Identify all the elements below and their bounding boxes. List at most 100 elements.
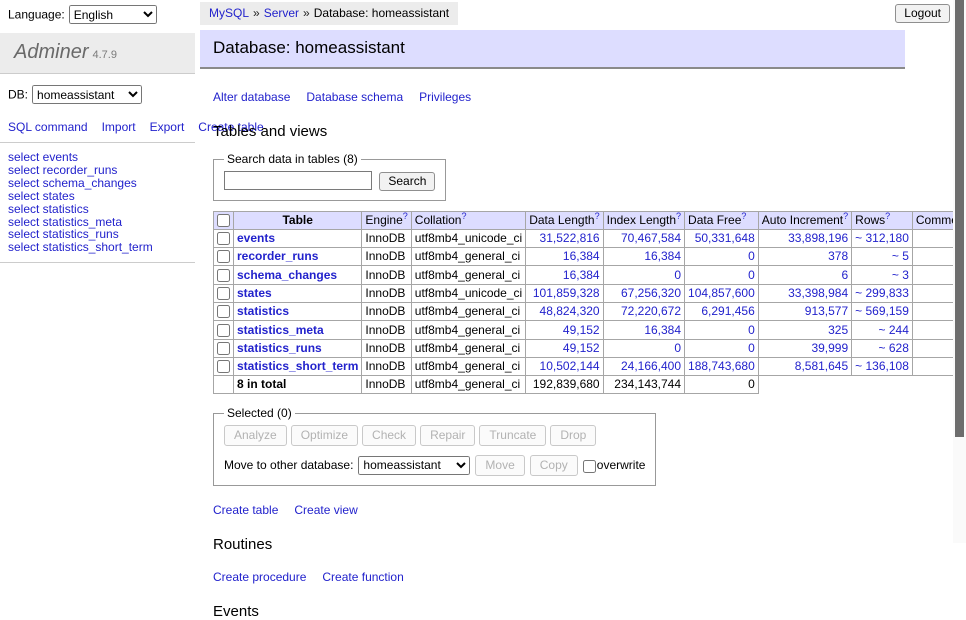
data-free-value[interactable]: 50,331,648 <box>685 229 759 247</box>
data-length-value[interactable]: 48,824,320 <box>526 303 603 321</box>
data-free-value[interactable]: 6,291,456 <box>685 303 759 321</box>
data-free-value[interactable]: 0 <box>685 248 759 266</box>
index-length-value[interactable]: 16,384 <box>603 248 684 266</box>
drop-button[interactable]: Drop <box>550 425 596 446</box>
truncate-button[interactable]: Truncate <box>479 425 546 446</box>
row-checkbox[interactable] <box>217 360 230 373</box>
data-length-value[interactable]: 16,384 <box>526 248 603 266</box>
help-icon[interactable]: ? <box>741 211 746 221</box>
table-link-states[interactable]: states <box>237 286 272 300</box>
rows-value[interactable]: ~ 136,108 <box>852 358 913 376</box>
data-length-value[interactable]: 16,384 <box>526 266 603 284</box>
auto-increment-value[interactable]: 33,898,196 <box>758 229 851 247</box>
data-length-value[interactable]: 10,502,144 <box>526 358 603 376</box>
auto-increment-value[interactable]: 913,577 <box>758 303 851 321</box>
row-checkbox[interactable] <box>217 287 230 300</box>
db-action-privileges[interactable]: Privileges <box>419 90 471 104</box>
analyze-button[interactable]: Analyze <box>224 425 287 446</box>
language-select[interactable]: English <box>69 5 157 24</box>
rows-value[interactable]: ~ 3 <box>852 266 913 284</box>
index-length-value[interactable]: 0 <box>603 339 684 357</box>
index-length-value[interactable]: 16,384 <box>603 321 684 339</box>
routine-link-create-function[interactable]: Create function <box>322 570 403 584</box>
repair-button[interactable]: Repair <box>420 425 475 446</box>
index-length-value[interactable]: 0 <box>603 266 684 284</box>
optimize-button[interactable]: Optimize <box>291 425 358 446</box>
data-free-value[interactable]: 188,743,680 <box>685 358 759 376</box>
app-logo[interactable]: Adminer <box>14 41 88 63</box>
breadcrumb-server-link[interactable]: Server <box>264 6 299 20</box>
rows-value[interactable]: ~ 569,159 <box>852 303 913 321</box>
row-checkbox[interactable] <box>217 232 230 245</box>
help-icon[interactable]: ? <box>461 211 466 221</box>
sidebar-link-export[interactable]: Export <box>150 120 185 134</box>
help-icon[interactable]: ? <box>843 211 848 221</box>
row-checkbox[interactable] <box>217 324 230 337</box>
logout-button[interactable]: Logout <box>895 4 950 23</box>
auto-increment-value[interactable]: 33,398,984 <box>758 284 851 302</box>
help-icon[interactable]: ? <box>885 211 890 221</box>
auto-increment-value[interactable]: 378 <box>758 248 851 266</box>
rows-value[interactable]: ~ 299,833 <box>852 284 913 302</box>
create-link-create-table[interactable]: Create table <box>213 503 278 517</box>
row-checkbox[interactable] <box>217 250 230 263</box>
sidebar-link-select-statistics[interactable]: select statistics <box>8 202 89 216</box>
move-db-select[interactable]: homeassistant <box>358 456 470 475</box>
move-button[interactable]: Move <box>475 455 524 476</box>
rows-value[interactable]: ~ 628 <box>852 339 913 357</box>
create-link-create-view[interactable]: Create view <box>294 503 357 517</box>
data-length-value[interactable]: 49,152 <box>526 339 603 357</box>
rows-value[interactable]: ~ 244 <box>852 321 913 339</box>
table-link-events[interactable]: events <box>237 231 275 245</box>
table-link-statistics-runs[interactable]: statistics_runs <box>237 341 322 355</box>
db-action-database-schema[interactable]: Database schema <box>306 90 403 104</box>
table-link-recorder-runs[interactable]: recorder_runs <box>237 249 318 263</box>
index-length-value[interactable]: 67,256,320 <box>603 284 684 302</box>
db-select[interactable]: homeassistant <box>32 85 142 104</box>
sidebar-link-sql-command[interactable]: SQL command <box>8 120 88 134</box>
select-all-checkbox[interactable] <box>217 214 230 227</box>
data-length-value[interactable]: 31,522,816 <box>526 229 603 247</box>
search-input[interactable] <box>224 171 372 190</box>
table-link-statistics-short-term[interactable]: statistics_short_term <box>237 359 358 373</box>
auto-increment-value[interactable]: 325 <box>758 321 851 339</box>
table-link-statistics[interactable]: statistics <box>237 304 289 318</box>
overwrite-checkbox[interactable] <box>583 460 596 473</box>
data-free-value[interactable]: 0 <box>685 321 759 339</box>
search-button[interactable]: Search <box>379 172 435 191</box>
copy-button[interactable]: Copy <box>530 455 578 476</box>
check-button[interactable]: Check <box>362 425 416 446</box>
index-length-value[interactable]: 24,166,400 <box>603 358 684 376</box>
sidebar-link-select-states[interactable]: select states <box>8 189 75 203</box>
data-length-value[interactable]: 101,859,328 <box>526 284 603 302</box>
sidebar-link-select-statistics-meta[interactable]: select statistics_meta <box>8 215 122 229</box>
index-length-value[interactable]: 70,467,584 <box>603 229 684 247</box>
sidebar-link-select-recorder-runs[interactable]: select recorder_runs <box>8 163 117 177</box>
row-checkbox[interactable] <box>217 342 230 355</box>
row-checkbox[interactable] <box>217 305 230 318</box>
help-icon[interactable]: ? <box>595 211 600 221</box>
db-action-alter-database[interactable]: Alter database <box>213 90 290 104</box>
help-icon[interactable]: ? <box>403 211 408 221</box>
index-length-value[interactable]: 72,220,672 <box>603 303 684 321</box>
data-length-value[interactable]: 49,152 <box>526 321 603 339</box>
sidebar-link-select-statistics-runs[interactable]: select statistics_runs <box>8 227 119 241</box>
auto-increment-value[interactable]: 6 <box>758 266 851 284</box>
help-icon[interactable]: ? <box>676 211 681 221</box>
breadcrumb-mysql-link[interactable]: MySQL <box>209 6 249 20</box>
rows-value[interactable]: ~ 312,180 <box>852 229 913 247</box>
sidebar-link-select-schema-changes[interactable]: select schema_changes <box>8 176 137 190</box>
scrollbar-thumb[interactable] <box>955 0 964 437</box>
auto-increment-value[interactable]: 8,581,645 <box>758 358 851 376</box>
table-link-statistics-meta[interactable]: statistics_meta <box>237 323 324 337</box>
table-link-schema-changes[interactable]: schema_changes <box>237 268 337 282</box>
row-checkbox[interactable] <box>217 269 230 282</box>
rows-value[interactable]: ~ 5 <box>852 248 913 266</box>
sidebar-link-select-statistics-short-term[interactable]: select statistics_short_term <box>8 240 153 254</box>
auto-increment-value[interactable]: 39,999 <box>758 339 851 357</box>
data-free-value[interactable]: 104,857,600 <box>685 284 759 302</box>
sidebar-link-import[interactable]: Import <box>102 120 136 134</box>
data-free-value[interactable]: 0 <box>685 266 759 284</box>
data-free-value[interactable]: 0 <box>685 339 759 357</box>
sidebar-link-select-events[interactable]: select events <box>8 150 78 164</box>
